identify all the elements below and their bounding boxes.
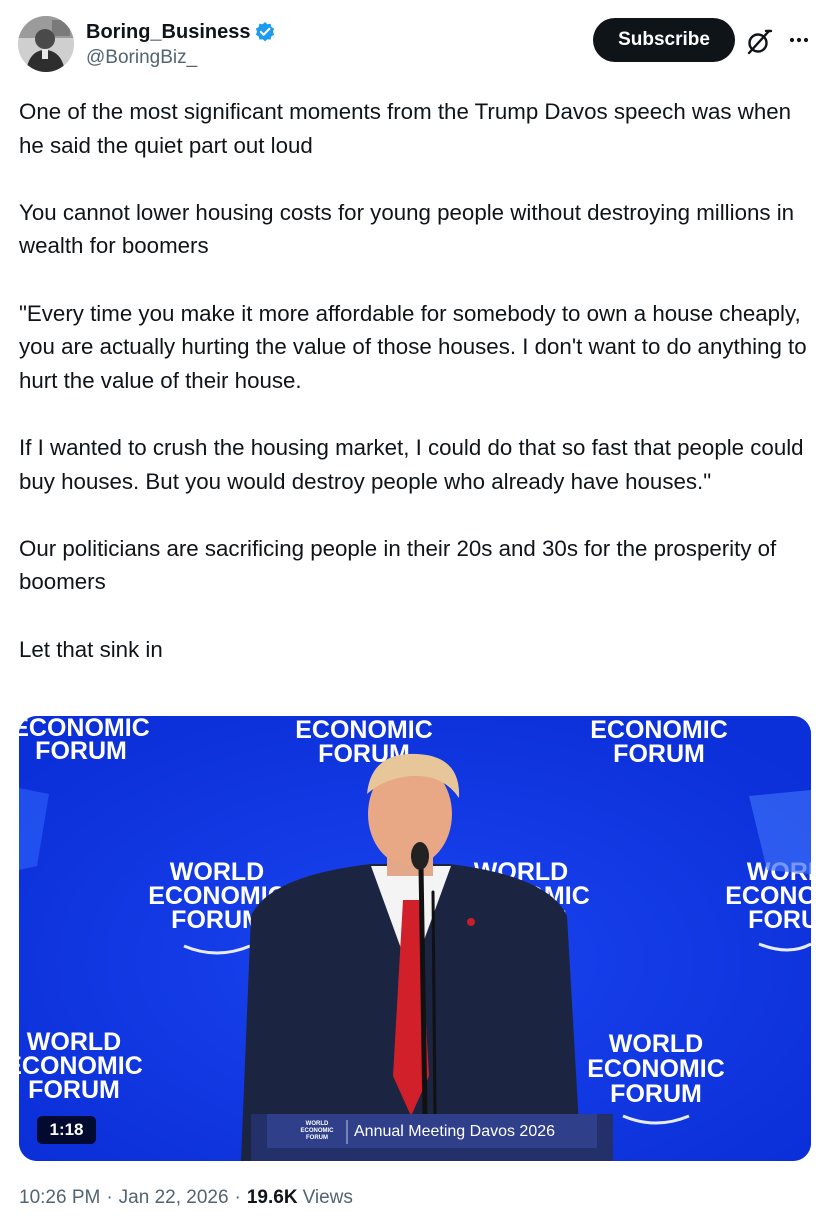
tweet-time[interactable]: 10:26 PM <box>19 1187 100 1209</box>
svg-text:FORUM: FORUM <box>306 1135 328 1141</box>
meta-separator: · <box>106 1187 113 1208</box>
svg-text:FORUM: FORUM <box>35 737 127 765</box>
tweet-paragraph: "Every time you make it more affordable … <box>19 300 807 393</box>
svg-text:FORUM: FORUM <box>28 1076 120 1104</box>
svg-text:WORLD: WORLD <box>609 1030 703 1058</box>
svg-text:ECONOMIC: ECONOMIC <box>587 1055 725 1083</box>
podium-text: Annual Meeting Davos 2026 <box>354 1123 555 1140</box>
author-display-name[interactable]: Boring_Business <box>86 20 250 44</box>
tweet-meta: 10:26 PM · Jan 22, 2026 · 19.6K Views <box>19 1187 353 1209</box>
svg-text:WORLD: WORLD <box>306 1121 329 1127</box>
video-duration-badge: 1:18 <box>37 1116 96 1144</box>
video-player[interactable]: ECONOMIC FORUM ECONOMIC FORUM ECONOMIC F… <box>19 716 811 1161</box>
avatar-image <box>18 16 74 72</box>
verified-badge-icon <box>256 22 275 42</box>
grok-icon[interactable] <box>744 27 774 57</box>
tweet-text: One of the most significant moments from… <box>19 95 814 666</box>
svg-text:ECONOMIC: ECONOMIC <box>301 1128 335 1134</box>
subscribe-button[interactable]: Subscribe <box>593 18 735 62</box>
meta-separator: · <box>234 1187 241 1208</box>
tweet-header: Boring_Business @BoringBiz_ Subscribe <box>18 16 812 76</box>
more-icon[interactable] <box>784 25 814 55</box>
views-label: Views <box>302 1187 353 1208</box>
svg-text:FORUM: FORUM <box>613 740 705 768</box>
views-count: 19.6K <box>246 1187 298 1208</box>
video-frame: ECONOMIC FORUM ECONOMIC FORUM ECONOMIC F… <box>19 716 811 1161</box>
svg-text:FORUM: FORUM <box>748 906 811 934</box>
tweet-date[interactable]: Jan 22, 2026 <box>119 1187 229 1209</box>
tweet-paragraph: You cannot lower housing costs for young… <box>19 199 795 259</box>
tweet-paragraph: Our politicians are sacrificing people i… <box>19 535 777 595</box>
avatar[interactable] <box>18 16 74 72</box>
svg-text:FORUM: FORUM <box>610 1080 702 1108</box>
author-handle[interactable]: @BoringBiz_ <box>86 45 276 71</box>
tweet-paragraph: Let that sink in <box>19 636 163 662</box>
svg-text:FORUM: FORUM <box>171 906 263 934</box>
podium: WORLD ECONOMIC FORUM Annual Meeting Davo… <box>251 1114 613 1161</box>
tweet-paragraph: One of the most significant moments from… <box>19 99 792 158</box>
tweet-paragraph: If I wanted to crush the housing market,… <box>19 434 804 494</box>
